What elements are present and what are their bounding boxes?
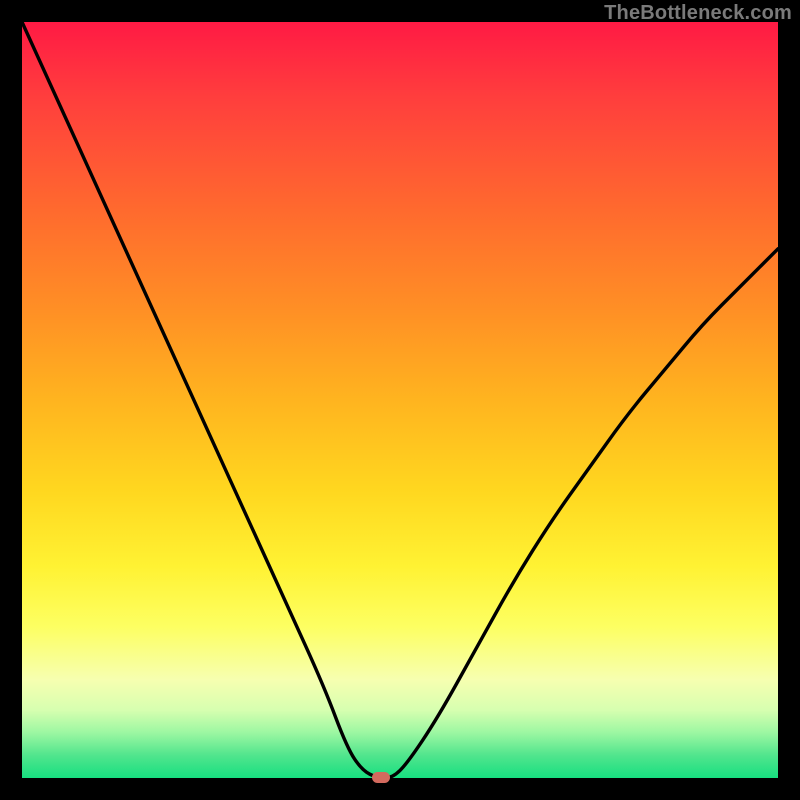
plot-area	[22, 22, 778, 778]
optimum-marker	[372, 772, 390, 783]
chart-frame: TheBottleneck.com	[0, 0, 800, 800]
bottleneck-curve	[22, 22, 778, 778]
